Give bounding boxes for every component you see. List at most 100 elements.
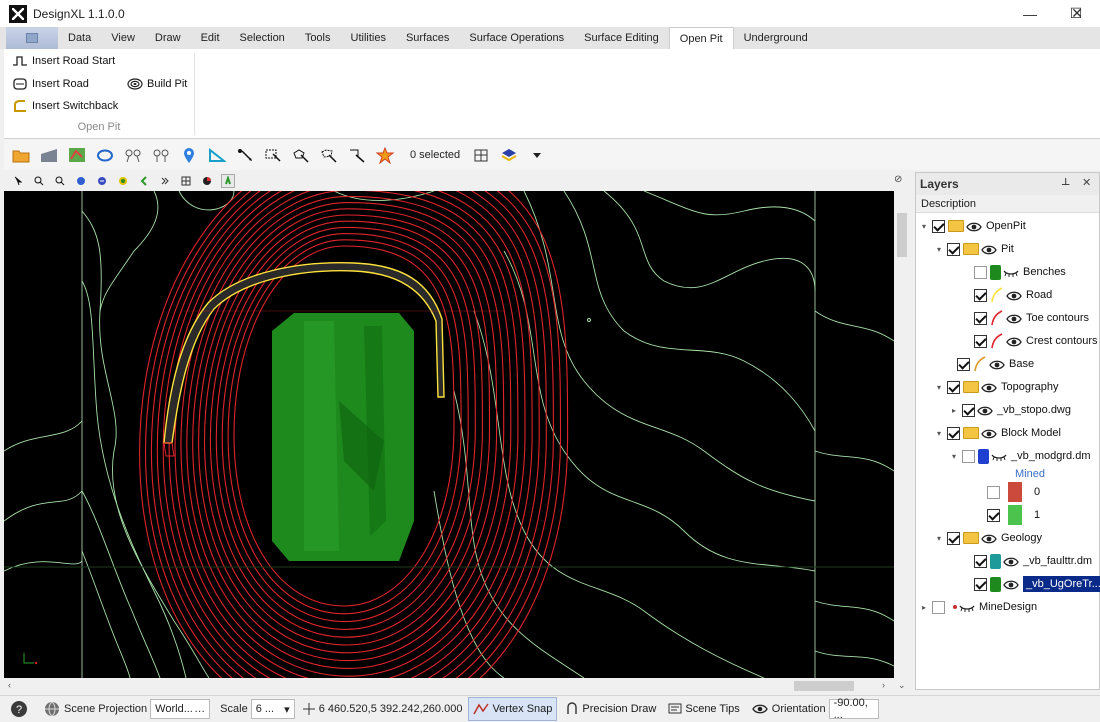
layer-visibility-checkbox[interactable]: [947, 242, 960, 256]
layer-row-geology[interactable]: ▾ Geology: [934, 527, 1042, 549]
tab-surface-editing[interactable]: Surface Editing: [574, 27, 669, 49]
layer-row-topography[interactable]: ▾ Topography: [934, 376, 1059, 398]
expand-toggle-icon[interactable]: ▸: [949, 406, 959, 415]
insert-switchback-button[interactable]: Insert Switchback: [12, 99, 118, 113]
tab-edit[interactable]: Edit: [191, 27, 230, 49]
eye-icon[interactable]: [1003, 579, 1019, 590]
layer-visibility-checkbox[interactable]: [962, 449, 975, 463]
build-pit-button[interactable]: Build Pit: [127, 77, 187, 91]
eye-icon[interactable]: [966, 221, 982, 232]
grid-icon[interactable]: [179, 174, 193, 188]
eye-icon[interactable]: [1006, 336, 1022, 347]
layer-visibility-checkbox[interactable]: [974, 577, 987, 591]
select-point-icon[interactable]: [234, 144, 256, 166]
render-mode-icon[interactable]: [200, 174, 214, 188]
expand-toggle-icon[interactable]: ▾: [934, 245, 944, 254]
measure-angle-icon[interactable]: [206, 144, 228, 166]
ring-icon[interactable]: [94, 144, 116, 166]
zoom-extents-icon[interactable]: [74, 174, 88, 188]
previous-view-icon[interactable]: [137, 174, 151, 188]
eye-icon[interactable]: [977, 405, 993, 416]
eye-closed-icon[interactable]: [1003, 267, 1019, 278]
tab-surface-operations[interactable]: Surface Operations: [459, 27, 574, 49]
layer-row-minedesign[interactable]: ▸ MineDesign: [919, 596, 1037, 618]
scene-tips-toggle[interactable]: Scene Tips: [664, 697, 743, 721]
scene-viewport[interactable]: [4, 191, 894, 678]
pan-tool-icon[interactable]: [221, 174, 235, 188]
file-menu-button[interactable]: [6, 27, 58, 49]
layer-visibility-checkbox[interactable]: [947, 426, 960, 440]
tab-utilities[interactable]: Utilities: [341, 27, 396, 49]
eye-icon[interactable]: [1006, 290, 1022, 301]
layer-visibility-checkbox[interactable]: [932, 600, 945, 614]
pointer-icon[interactable]: [11, 174, 25, 188]
eye-icon[interactable]: [1006, 313, 1022, 324]
scene-projection-select[interactable]: World...…: [150, 699, 211, 719]
open-folder-icon[interactable]: [10, 144, 32, 166]
surface-icon[interactable]: [38, 144, 60, 166]
layer-row-mined-0[interactable]: 0: [974, 481, 1040, 503]
layer-row-crest-contours[interactable]: Crest contours: [961, 330, 1098, 352]
expand-toggle-icon[interactable]: ▸: [919, 603, 929, 612]
expand-toggle-icon[interactable]: ▾: [934, 383, 944, 392]
next-view-icon[interactable]: [158, 174, 172, 188]
layer-row-vb-ugoretr[interactable]: _vb_UgOreTr....: [961, 573, 1100, 595]
layer-visibility-checkbox[interactable]: [932, 219, 945, 233]
tab-surfaces[interactable]: Surfaces: [396, 27, 459, 49]
scroll-right-icon[interactable]: ›: [882, 680, 885, 690]
viewport-vertical-scrollbar[interactable]: [894, 191, 910, 678]
select-polygon-icon[interactable]: [290, 144, 312, 166]
layer-row-pit[interactable]: ▾ Pit: [934, 238, 1014, 260]
map-icon[interactable]: [66, 144, 88, 166]
layer-visibility-checkbox[interactable]: [947, 380, 960, 394]
points-icon[interactable]: [122, 144, 144, 166]
hscroll-thumb[interactable]: [794, 681, 854, 691]
zoom-window-icon[interactable]: [95, 174, 109, 188]
layer-row-mined-1[interactable]: 1: [974, 504, 1040, 526]
tab-data[interactable]: Data: [58, 27, 101, 49]
orientation-input[interactable]: -90.00, ...: [828, 697, 879, 721]
zoom-in-icon[interactable]: [32, 174, 46, 188]
layer-row-benches[interactable]: Benches: [961, 261, 1066, 283]
pin-icon[interactable]: ⊥: [1061, 177, 1070, 188]
layer-row-vb-stopo[interactable]: ▸ _vb_stopo.dwg: [949, 399, 1071, 421]
tab-open-pit[interactable]: Open Pit: [668, 27, 734, 49]
panel-close-icon[interactable]: ✕: [1082, 176, 1091, 189]
insert-road-start-button[interactable]: Insert Road Start: [12, 54, 115, 68]
eye-icon[interactable]: [981, 382, 997, 393]
layer-visibility-checkbox[interactable]: [974, 288, 987, 302]
layer-row-block-model[interactable]: ▾ Block Model: [934, 422, 1061, 444]
rotate-icon[interactable]: [116, 174, 130, 188]
layer-visibility-checkbox[interactable]: [974, 334, 987, 348]
layer-row-openpit[interactable]: ▾ OpenPit: [919, 215, 1026, 237]
select-crossing-icon[interactable]: [346, 144, 368, 166]
minimize-button[interactable]: —: [1007, 0, 1053, 27]
layer-visibility-checkbox[interactable]: [974, 554, 987, 568]
vscroll-thumb[interactable]: [897, 213, 907, 257]
layer-visibility-checkbox[interactable]: [987, 508, 1000, 522]
tab-selection[interactable]: Selection: [230, 27, 295, 49]
close-button[interactable]: ✕: [1054, 0, 1100, 27]
eye-icon[interactable]: [1003, 556, 1019, 567]
layer-row-base[interactable]: Base: [944, 353, 1034, 375]
location-pin-icon[interactable]: [178, 144, 200, 166]
expand-toggle-icon[interactable]: ▾: [949, 452, 959, 461]
eye-icon[interactable]: [981, 428, 997, 439]
layer-row-toe-contours[interactable]: Toe contours: [961, 307, 1089, 329]
eye-icon[interactable]: [981, 244, 997, 255]
expand-toggle-icon[interactable]: ▾: [934, 429, 944, 438]
zoom-out-icon[interactable]: [53, 174, 67, 188]
clear-selection-icon[interactable]: [374, 144, 396, 166]
layer-row-road[interactable]: Road: [961, 284, 1052, 306]
select-box-icon[interactable]: [262, 144, 284, 166]
precision-draw-toggle[interactable]: Precision Draw: [561, 697, 660, 721]
scroll-down-icon[interactable]: ⌄: [898, 680, 906, 691]
layer-visibility-checkbox[interactable]: [987, 485, 1000, 499]
viewport-pin-icon[interactable]: ⊘: [894, 174, 902, 185]
layer-visibility-checkbox[interactable]: [957, 357, 970, 371]
points-2-icon[interactable]: [150, 144, 172, 166]
viewport-horizontal-scrollbar[interactable]: ‹ ›: [4, 678, 894, 694]
layer-row-vb-faulttr[interactable]: _vb_faulttr.dm: [961, 550, 1092, 572]
layer-visibility-checkbox[interactable]: [947, 531, 960, 545]
eye-icon[interactable]: [981, 533, 997, 544]
